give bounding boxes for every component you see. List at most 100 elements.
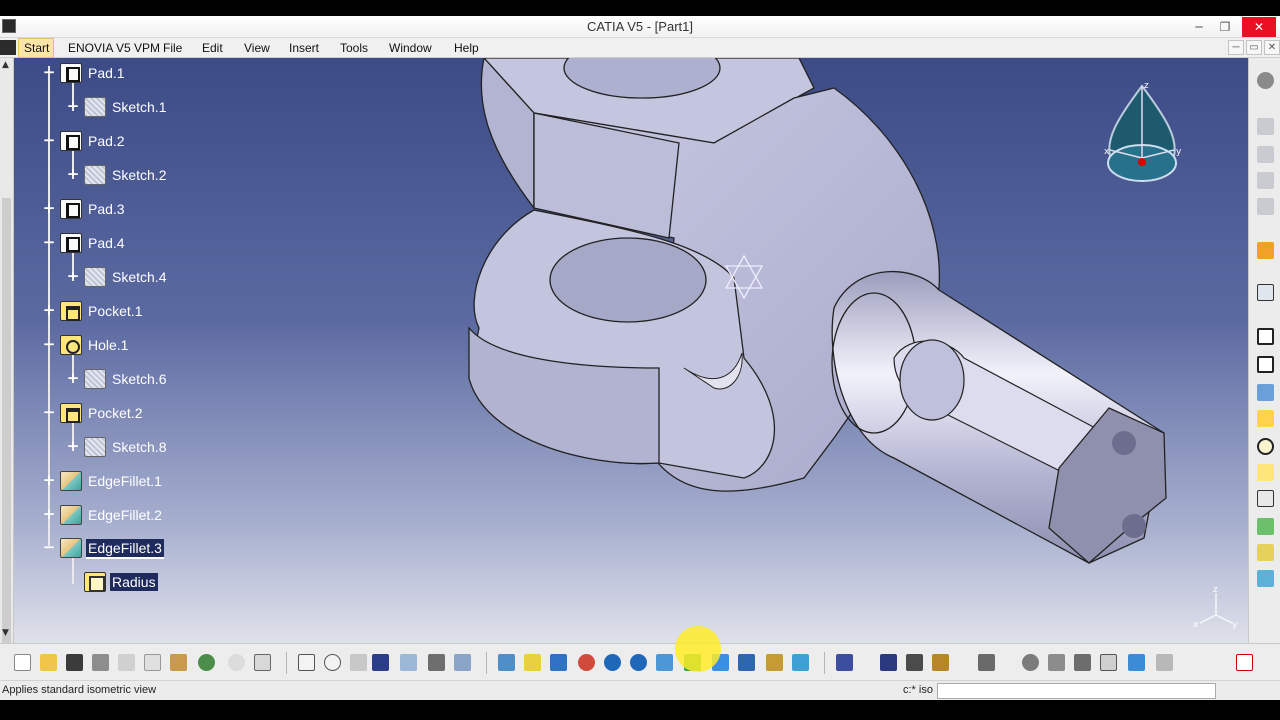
menu-insert[interactable]: Insert <box>289 41 319 55</box>
document-restore-button[interactable]: ▭ <box>1246 40 1262 55</box>
expand-icon[interactable]: + <box>66 99 80 114</box>
tree-node-label: Sketch.6 <box>112 371 167 387</box>
swap-icon[interactable] <box>792 654 809 671</box>
gear-icon[interactable] <box>1257 72 1274 89</box>
minimize-button[interactable]: ─ <box>1186 17 1212 37</box>
toolbar-grip-icon[interactable] <box>1257 146 1274 163</box>
menu-help[interactable]: Help <box>454 41 479 55</box>
collapse-icon[interactable]: − <box>42 405 56 420</box>
menu-view[interactable]: View <box>244 41 270 55</box>
scroll-down-icon[interactable]: ▼ <box>2 628 9 638</box>
pocket-icon[interactable] <box>1257 356 1274 373</box>
collapse-icon[interactable]: − <box>42 540 56 555</box>
hide-show-icon[interactable] <box>766 654 783 671</box>
cut-icon[interactable] <box>118 654 135 671</box>
slot-icon[interactable] <box>1257 490 1274 507</box>
sketcher-icon[interactable] <box>1257 284 1274 301</box>
collapse-icon[interactable]: − <box>42 133 56 148</box>
power-input-field[interactable] <box>937 683 1216 699</box>
scroll-up-icon[interactable]: ▲ <box>2 60 9 70</box>
groove-icon[interactable] <box>1257 438 1274 455</box>
open-folder-icon[interactable] <box>40 654 57 671</box>
toolbar-grip-icon[interactable] <box>1257 118 1274 135</box>
menu-start[interactable]: Start <box>18 38 54 58</box>
document-minimize-button[interactable]: ─ <box>1228 40 1244 55</box>
expand-icon[interactable]: + <box>42 473 56 488</box>
menu-edit[interactable]: Edit <box>202 41 223 55</box>
save-icon[interactable] <box>66 654 83 671</box>
tree-node-label: EdgeFillet.2 <box>88 507 162 523</box>
pad-icon[interactable] <box>1257 328 1274 345</box>
undo-icon[interactable] <box>198 654 215 671</box>
expand-icon[interactable]: + <box>42 303 56 318</box>
document-close-button[interactable]: ✕ <box>1264 40 1280 55</box>
redo-icon[interactable] <box>228 654 245 671</box>
expand-icon[interactable]: + <box>66 269 80 284</box>
tree-scrollbar[interactable]: ▲ ▼ <box>0 58 14 658</box>
menu-window[interactable]: Window <box>389 41 432 55</box>
scale-icon[interactable] <box>1100 654 1117 671</box>
hole-icon[interactable] <box>1257 410 1274 427</box>
rotate-view-icon[interactable] <box>1022 654 1039 671</box>
expand-icon[interactable]: + <box>42 201 56 216</box>
draft-icon[interactable] <box>1257 570 1274 587</box>
rib-icon[interactable] <box>1257 464 1274 481</box>
zoom-out-icon[interactable] <box>630 654 647 671</box>
pan-view-icon[interactable] <box>1048 654 1065 671</box>
collapse-icon[interactable]: − <box>42 337 56 352</box>
fit-all-icon[interactable] <box>524 654 541 671</box>
catalog-browser-icon[interactable] <box>932 654 949 671</box>
shaft-icon[interactable] <box>1257 384 1274 401</box>
measure-icon[interactable] <box>350 654 367 671</box>
axis-system-icon[interactable] <box>400 654 417 671</box>
toolbar-grip-icon[interactable] <box>1257 172 1274 189</box>
fillet-icon[interactable] <box>1257 518 1274 535</box>
restore-button[interactable]: ❐ <box>1212 17 1238 37</box>
collapse-icon[interactable]: − <box>42 235 56 250</box>
expand-icon[interactable]: + <box>66 439 80 454</box>
zoom-in-icon[interactable] <box>604 654 621 671</box>
normal-view-icon[interactable] <box>656 654 673 671</box>
update-icon[interactable] <box>836 654 853 671</box>
expand-icon[interactable]: + <box>42 507 56 522</box>
fly-mode-icon[interactable] <box>498 654 515 671</box>
sketch-icon <box>84 97 106 117</box>
compass-y-label: y <box>1176 147 1182 157</box>
scrollbar-thumb[interactable] <box>2 198 11 658</box>
expand-icon[interactable]: + <box>66 371 80 386</box>
sketch-icon <box>84 369 106 389</box>
tree-node-label: Sketch.2 <box>112 167 167 183</box>
apply-material-icon[interactable] <box>906 654 923 671</box>
capture-icon[interactable] <box>978 654 995 671</box>
catalog-icon[interactable] <box>428 654 445 671</box>
formula-icon[interactable] <box>298 654 315 671</box>
pan-icon[interactable] <box>550 654 567 671</box>
sketch-icon <box>84 437 106 457</box>
menu-tools[interactable]: Tools <box>340 41 368 55</box>
collapse-icon[interactable]: − <box>42 65 56 80</box>
constraint-icon[interactable] <box>880 654 897 671</box>
paste-icon[interactable] <box>170 654 187 671</box>
render-icon[interactable] <box>1156 654 1173 671</box>
shading-icon[interactable] <box>738 654 755 671</box>
close-button[interactable]: ✕ <box>1242 17 1276 37</box>
grid-icon[interactable] <box>372 654 389 671</box>
rotate-icon[interactable] <box>578 654 595 671</box>
view-mode-icon[interactable] <box>1128 654 1145 671</box>
expand-icon[interactable]: + <box>66 167 80 182</box>
toolbar-grip-icon[interactable] <box>1257 198 1274 215</box>
whats-this-icon[interactable] <box>254 654 271 671</box>
tree-node-label: Pocket.2 <box>88 405 143 421</box>
print-icon[interactable] <box>92 654 109 671</box>
compass-widget[interactable]: z x y <box>1096 78 1188 190</box>
zoom-view-icon[interactable] <box>1074 654 1091 671</box>
menu-file[interactable]: File <box>163 41 182 55</box>
comment-icon[interactable] <box>324 654 341 671</box>
catia-menu-icon[interactable] <box>0 40 16 55</box>
new-file-icon[interactable] <box>14 654 31 671</box>
copy-icon[interactable] <box>144 654 161 671</box>
swap-visible-space-icon[interactable] <box>454 654 471 671</box>
chamfer-icon[interactable] <box>1257 544 1274 561</box>
select-arrow-icon[interactable] <box>1257 242 1274 259</box>
menu-enovia[interactable]: ENOVIA V5 VPM <box>68 41 160 55</box>
